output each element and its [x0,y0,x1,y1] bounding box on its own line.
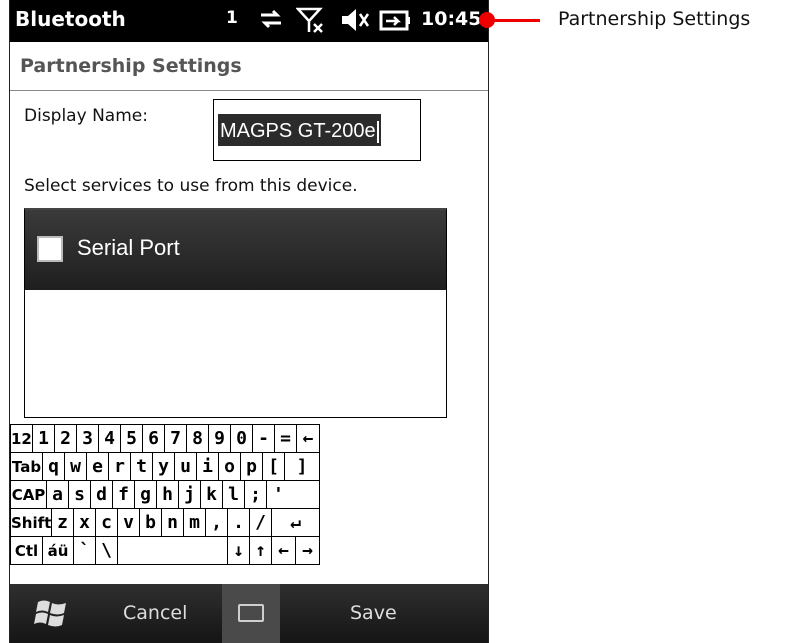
display-name-value: MAGPS GT-200e [218,114,381,146]
data-transfer-icon [258,6,284,37]
battery-charging-icon [378,6,412,39]
key-u[interactable]: u [174,452,197,481]
key-f[interactable]: f [112,480,135,509]
key-z[interactable]: z [51,508,74,537]
key-tab[interactable]: Tab [10,452,43,481]
bottom-menu-bar: Cancel Save [10,584,488,643]
key-o[interactable]: o [218,452,241,481]
save-button[interactable]: Save [350,602,397,624]
page-header: Partnership Settings [10,42,488,91]
key-b[interactable]: b [139,508,162,537]
services-list[interactable]: Serial Port [24,208,447,418]
key-123[interactable]: 123 [10,424,33,453]
serial-port-checkbox[interactable] [37,236,63,262]
soft-keyboard: 123 1 2 3 4 5 6 7 8 9 0 - = ← Tab q w e … [10,418,488,584]
key-t[interactable]: t [130,452,153,481]
key-period[interactable]: . [227,508,250,537]
display-name-label: Display Name: [24,106,148,126]
device-screen: Bluetooth 1 10:45 Partnership Settings D… [9,0,489,643]
key-9[interactable]: 9 [208,424,231,453]
key-7[interactable]: 7 [164,424,187,453]
key-c[interactable]: c [95,508,118,537]
serial-port-label: Serial Port [77,235,180,260]
key-2[interactable]: 2 [54,424,77,453]
key-v[interactable]: v [117,508,140,537]
display-name-field[interactable]: MAGPS GT-200e [213,99,421,161]
status-title: Bluetooth [15,7,126,31]
key-caps[interactable]: CAP [10,480,47,509]
key-right-bracket[interactable]: ] [284,452,320,481]
enter-key[interactable]: ↵ [271,508,320,537]
arrow-left-key[interactable]: ← [271,536,296,565]
keyboard-toggle-button[interactable] [222,584,280,643]
arrow-right-key[interactable]: → [295,536,320,565]
key-j[interactable]: j [178,480,201,509]
windows-start-button[interactable] [32,598,72,630]
no-signal-icon [295,6,326,39]
arrow-down-key[interactable]: ↓ [227,536,250,565]
key-i[interactable]: i [196,452,219,481]
key-s[interactable]: s [68,480,91,509]
key-e[interactable]: e [86,452,109,481]
signal-digit: 1 [226,8,238,28]
key-semicolon[interactable]: ; [244,480,267,509]
key-left-bracket[interactable]: [ [262,452,285,481]
key-q[interactable]: q [42,452,65,481]
key-backslash[interactable]: \ [95,536,118,565]
key-6[interactable]: 6 [142,424,165,453]
cancel-button[interactable]: Cancel [123,602,187,624]
speaker-muted-icon [340,6,370,39]
key-h[interactable]: h [156,480,179,509]
key-0[interactable]: 0 [230,424,253,453]
key-shift[interactable]: Shift [10,508,52,537]
key-d[interactable]: d [90,480,113,509]
key-l[interactable]: l [222,480,245,509]
callout-label: Partnership Settings [558,8,751,30]
key-accents[interactable]: áü [42,536,74,565]
page-title: Partnership Settings [20,55,242,77]
key-quote[interactable]: ' [266,480,320,509]
key-equals[interactable]: = [274,424,297,453]
callout-line [488,19,540,22]
key-x[interactable]: x [73,508,96,537]
key-comma[interactable]: , [205,508,228,537]
key-k[interactable]: k [200,480,223,509]
key-5[interactable]: 5 [120,424,143,453]
key-3[interactable]: 3 [76,424,99,453]
key-p[interactable]: p [240,452,263,481]
key-4[interactable]: 4 [98,424,121,453]
windows-flag-icon [34,600,66,627]
key-backtick[interactable]: ` [73,536,96,565]
key-w[interactable]: w [64,452,87,481]
space-key[interactable] [117,536,228,565]
key-g[interactable]: g [134,480,157,509]
list-item-serial-port[interactable]: Serial Port [25,210,446,290]
keyboard-icon [238,604,264,622]
key-8[interactable]: 8 [186,424,209,453]
services-prompt: Select services to use from this device. [24,176,358,196]
key-m[interactable]: m [183,508,206,537]
key-1[interactable]: 1 [32,424,55,453]
key-n[interactable]: n [161,508,184,537]
key-a[interactable]: a [46,480,69,509]
clock: 10:45 [421,8,482,30]
key-slash[interactable]: / [249,508,272,537]
status-bar: Bluetooth 1 10:45 [10,0,488,42]
arrow-up-key[interactable]: ↑ [249,536,272,565]
backspace-key[interactable]: ← [296,424,320,453]
key-y[interactable]: y [152,452,175,481]
key-r[interactable]: r [108,452,131,481]
key-minus[interactable]: - [252,424,275,453]
key-ctrl[interactable]: Ctl [10,536,43,565]
